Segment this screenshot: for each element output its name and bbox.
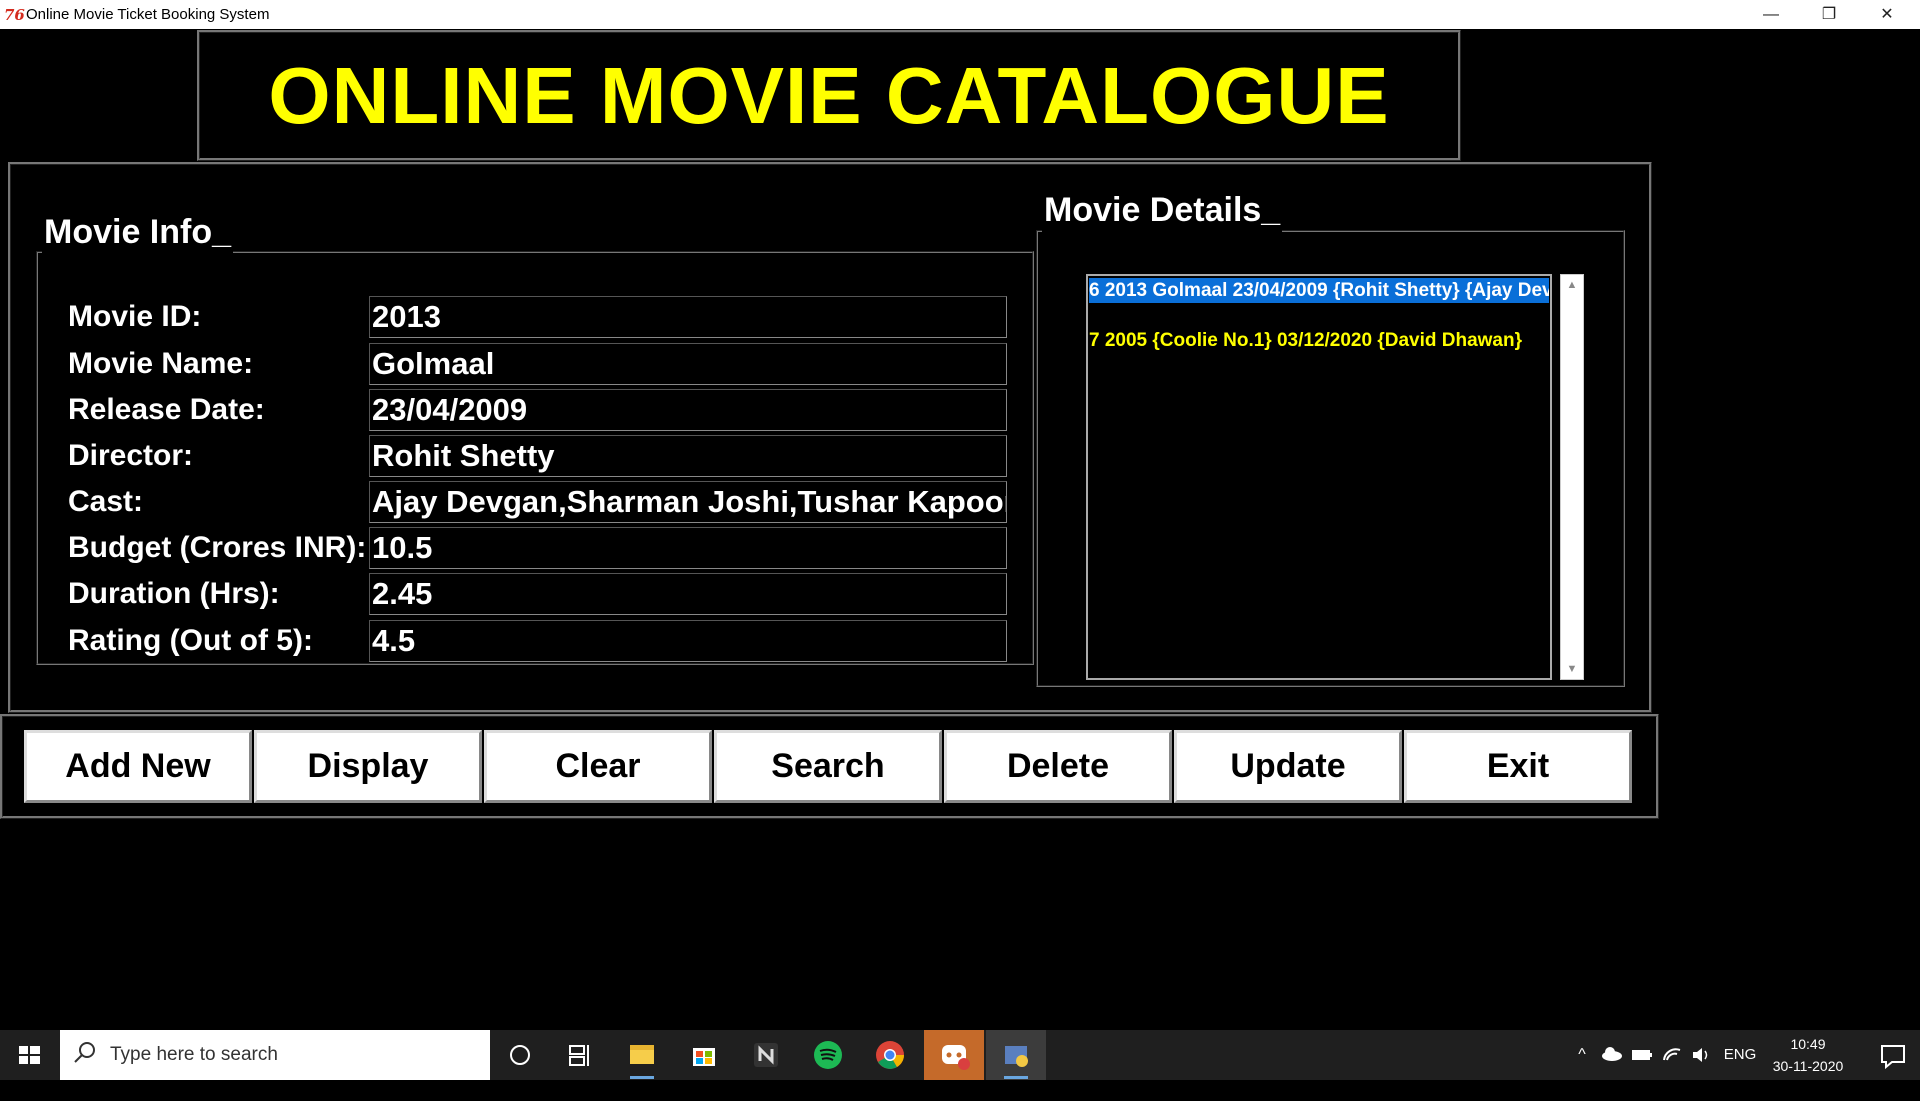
movie-details-title: Movie Details_ [1042,188,1283,232]
discord-icon[interactable] [924,1030,984,1080]
search-placeholder: Type here to search [110,1044,278,1065]
cast-label: Cast: [68,485,144,518]
release-date-label: Release Date: [68,393,265,426]
release-date-field[interactable]: 23/04/2009 [369,389,1007,431]
search-icon [72,1040,102,1070]
director-field[interactable]: Rohit Shetty [369,435,1007,477]
title-bar [0,0,1920,29]
window-title: Online Movie Ticket Booking System [26,6,270,23]
movie-details-listbox[interactable]: 6 2013 Golmaal 23/04/2009 {Rohit Shetty}… [1086,274,1552,680]
search-button[interactable]: Search [714,730,942,803]
minimize-button[interactable]: — [1742,0,1800,29]
rating-label: Rating (Out of 5): [68,624,313,657]
display-button[interactable]: Display [254,730,482,803]
notifications-icon[interactable] [1866,1030,1920,1080]
wifi-icon[interactable] [1658,1030,1686,1080]
language-indicator[interactable]: ENG [1720,1030,1760,1080]
cast-field[interactable]: Ajay Devgan,Sharman Joshi,Tushar Kapoor [369,481,1007,523]
notion-icon[interactable] [736,1030,796,1080]
chrome-icon[interactable] [860,1030,920,1080]
movie-id-label: Movie ID: [68,300,202,333]
maximize-button[interactable]: ❐ [1800,0,1858,29]
director-label: Director: [68,439,194,472]
exit-button[interactable]: Exit [1404,730,1632,803]
scroll-up-arrow-icon[interactable]: ▲ [1560,274,1584,296]
scroll-down-arrow-icon[interactable]: ▼ [1560,658,1584,680]
windows-start-button[interactable] [0,1030,60,1080]
clock-date[interactable]: 30-11-2020 [1760,1056,1856,1076]
close-button[interactable]: ✕ [1858,0,1916,29]
rating-field[interactable]: 4.5 [369,620,1007,662]
file-explorer-icon[interactable] [612,1030,672,1080]
tk-logo-icon: 76 [4,6,25,24]
show-hidden-icons-button[interactable]: ^ [1572,1030,1592,1080]
budget-label: Budget (Crores INR): [68,531,367,564]
movie-info-title: Movie Info_ [42,210,234,254]
add-new-button[interactable]: Add New [24,730,252,803]
python-tk-app-icon[interactable] [986,1030,1046,1080]
spotify-icon[interactable] [798,1030,858,1080]
battery-icon[interactable] [1628,1030,1656,1080]
store-icon[interactable] [674,1030,734,1080]
page-title: ONLINE MOVIE CATALOGUE [268,51,1390,140]
clock-time[interactable]: 10:49 [1760,1034,1856,1054]
delete-button[interactable]: Delete [944,730,1172,803]
movie-id-field[interactable]: 2013 [369,296,1007,338]
movie-name-label: Movie Name: [68,347,254,380]
duration-label: Duration (Hrs): [68,577,280,610]
task-view-icon[interactable] [550,1030,610,1080]
cortana-icon[interactable] [490,1030,550,1080]
movie-name-field[interactable]: Golmaal [369,343,1007,385]
budget-field[interactable]: 10.5 [369,527,1007,569]
volume-icon[interactable] [1688,1030,1716,1080]
vertical-scrollbar[interactable] [1560,274,1584,680]
list-item[interactable]: 7 2005 {Coolie No.1} 03/12/2020 {David D… [1089,328,1549,353]
update-button[interactable]: Update [1174,730,1402,803]
list-item[interactable]: 6 2013 Golmaal 23/04/2009 {Rohit Shetty}… [1089,278,1549,303]
clear-button[interactable]: Clear [484,730,712,803]
duration-field[interactable]: 2.45 [369,573,1007,615]
windows-logo-icon [19,1046,40,1064]
onedrive-icon[interactable] [1598,1030,1626,1080]
